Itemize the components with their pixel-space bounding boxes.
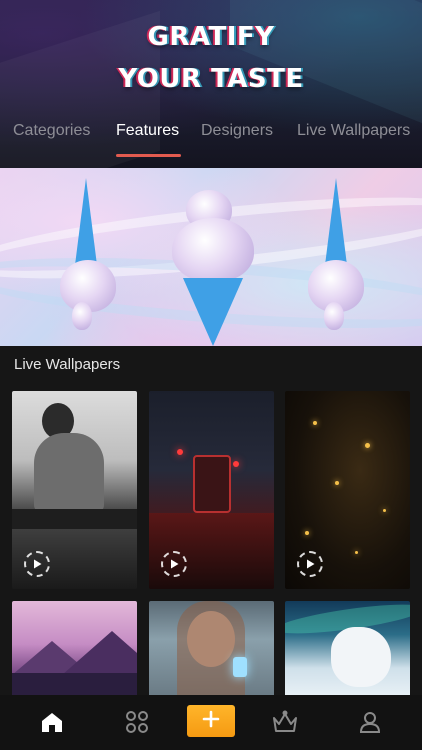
wallpaper-tile[interactable] [149,391,274,589]
tab-live-wallpapers[interactable]: Live Wallpapers [297,122,410,140]
wallpaper-tile[interactable] [12,391,137,589]
live-play-icon[interactable] [24,551,50,577]
ice-cream-cone [168,190,258,346]
tab-designers[interactable]: Designers [201,122,273,140]
active-tab-indicator [116,154,181,157]
bottom-tab-bar [0,695,422,750]
wallpaper-tile[interactable] [149,601,274,697]
live-play-icon[interactable] [297,551,323,577]
home-icon[interactable] [34,706,70,738]
section-title-live-wallpapers: Live Wallpapers [14,356,121,373]
headline-line-2: YOUR TASTE [118,64,304,94]
hero-header: GRATIFY YOUR TASTE Categories Features D… [0,0,422,168]
live-play-icon[interactable] [161,551,187,577]
tab-categories[interactable]: Categories [13,122,90,140]
headline-line-1: GRATIFY [147,22,275,52]
ice-cream-cone [306,178,366,338]
add-button[interactable] [187,705,235,737]
featured-banner[interactable] [0,168,422,346]
tab-features[interactable]: Features [116,122,179,140]
ice-cream-cone [58,178,118,338]
wallpaper-tile[interactable] [12,601,137,697]
wallpaper-tile[interactable] [285,601,410,697]
category-tabs: Categories Features Designers Live Wallp… [0,120,422,160]
grid-icon[interactable] [119,706,155,738]
plus-icon [202,710,220,733]
profile-icon[interactable] [352,706,388,738]
crown-icon[interactable] [267,706,303,738]
wallpaper-tile[interactable] [285,391,410,589]
